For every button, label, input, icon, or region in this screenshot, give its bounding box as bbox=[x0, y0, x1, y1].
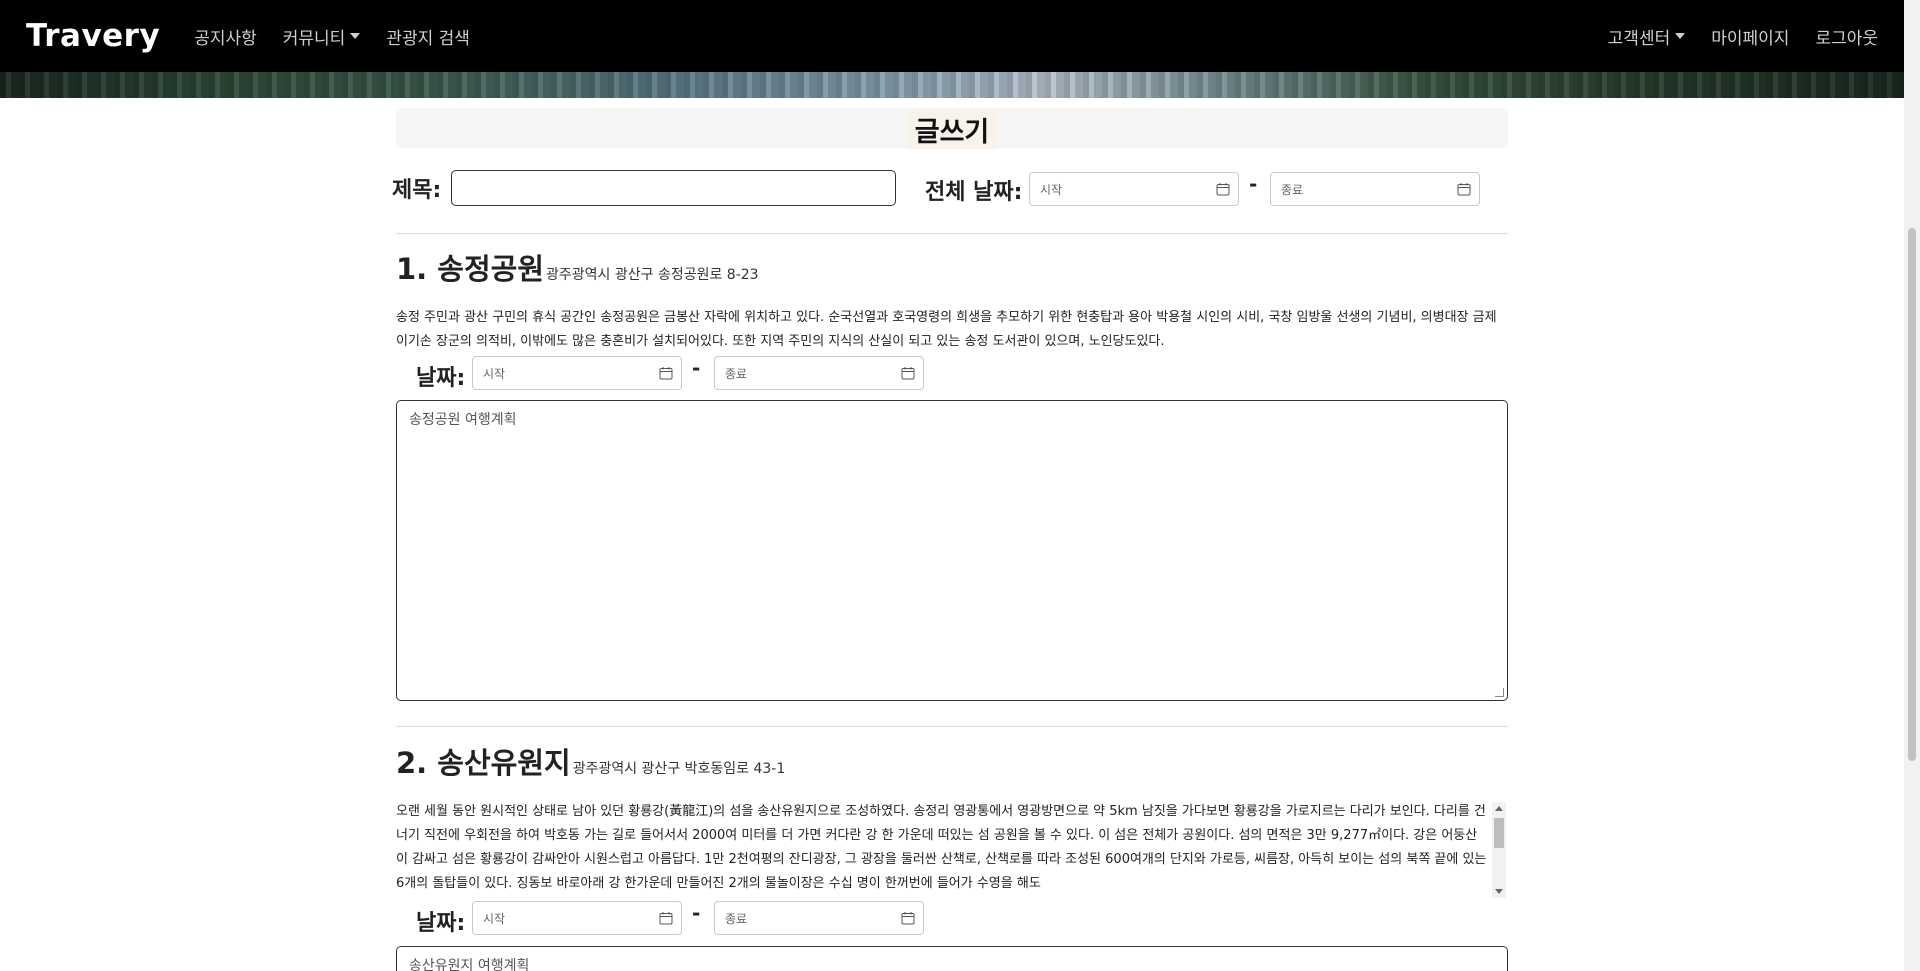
place-1-start-placeholder: 시작 bbox=[483, 366, 506, 381]
main-content: 글쓰기 제목: 전체 날짜: 시작 - 종료 1. 송정공원 광주광역시 광산구… bbox=[0, 98, 1904, 971]
date-range-dash: - bbox=[692, 356, 701, 380]
page-title: 글쓰기 bbox=[906, 110, 998, 149]
place-1-end-placeholder: 종료 bbox=[725, 366, 748, 381]
overall-date-label: 전체 날짜: bbox=[925, 180, 1023, 205]
title-label: 제목: bbox=[392, 178, 442, 203]
overall-end-date-input[interactable]: 종료 bbox=[1270, 172, 1480, 206]
calendar-icon[interactable] bbox=[901, 366, 915, 380]
nav-community-label: 커뮤니티 bbox=[282, 28, 346, 49]
divider bbox=[396, 233, 1508, 234]
place-2-plan-placeholder: 송산유원지 여행계획 bbox=[409, 958, 530, 971]
place-1-start-date-input[interactable]: 시작 bbox=[472, 356, 682, 390]
place-1-date-label: 날짜: bbox=[416, 366, 466, 391]
overall-start-date-input[interactable]: 시작 bbox=[1029, 172, 1239, 206]
overall-start-placeholder: 시작 bbox=[1040, 182, 1063, 197]
place-1-end-date-input[interactable]: 종료 bbox=[714, 356, 924, 390]
nav-mypage-label: 마이페이지 bbox=[1711, 28, 1790, 49]
place-1-plan-textarea[interactable]: 송정공원 여행계획 bbox=[396, 400, 1508, 701]
place-1-plan-placeholder: 송정공원 여행계획 bbox=[409, 412, 517, 428]
nav-logout[interactable]: 로그아웃 bbox=[1815, 24, 1878, 49]
place-2-heading: 2. 송산유원지 광주광역시 광산구 박호동임로 43-1 bbox=[396, 740, 785, 782]
place-1-address: 광주광역시 광산구 송정공원로 8-23 bbox=[546, 267, 759, 283]
calendar-icon[interactable] bbox=[1216, 182, 1230, 196]
date-range-dash: - bbox=[1249, 172, 1258, 196]
calendar-icon[interactable] bbox=[659, 366, 673, 380]
top-navbar: Travery 공지사항 커뮤니티 관광지 검색 고객센터 마이페이지 로그아웃 bbox=[0, 0, 1920, 72]
scrollbar-thumb[interactable] bbox=[1494, 818, 1504, 848]
nav-notice-label: 공지사항 bbox=[194, 28, 257, 49]
calendar-icon[interactable] bbox=[1457, 182, 1471, 196]
place-2-start-placeholder: 시작 bbox=[483, 911, 506, 926]
nav-customer-center-dropdown[interactable]: 고객센터 bbox=[1608, 24, 1686, 49]
page-scrollbar[interactable] bbox=[1904, 0, 1920, 971]
page-scrollbar-thumb[interactable] bbox=[1908, 228, 1916, 761]
place-2-name: 2. 송산유원지 bbox=[396, 746, 571, 780]
caret-down-icon bbox=[1675, 33, 1686, 39]
nav-customer-center-label: 고객센터 bbox=[1607, 28, 1671, 49]
nav-tour-search[interactable]: 관광지 검색 bbox=[386, 24, 470, 49]
nav-tour-search-label: 관광지 검색 bbox=[386, 28, 470, 49]
hero-background-image bbox=[0, 72, 1904, 98]
calendar-icon[interactable] bbox=[659, 911, 673, 925]
nav-mypage[interactable]: 마이페이지 bbox=[1711, 24, 1789, 49]
scroll-up-arrow-icon[interactable] bbox=[1495, 806, 1503, 811]
place-2-start-date-input[interactable]: 시작 bbox=[472, 901, 682, 935]
overall-end-placeholder: 종료 bbox=[1281, 182, 1304, 197]
place-2-end-placeholder: 종료 bbox=[725, 911, 748, 926]
page-header: 글쓰기 bbox=[396, 108, 1508, 149]
place-1-name: 1. 송정공원 bbox=[396, 252, 545, 286]
nav-left: 공지사항 커뮤니티 관광지 검색 bbox=[194, 24, 470, 49]
place-2-plan-textarea[interactable]: 송산유원지 여행계획 bbox=[396, 946, 1508, 971]
resize-grip-icon[interactable] bbox=[1495, 688, 1504, 697]
place-2-end-date-input[interactable]: 종료 bbox=[714, 901, 924, 935]
calendar-icon[interactable] bbox=[901, 911, 915, 925]
place-1-heading: 1. 송정공원 광주광역시 광산구 송정공원로 8-23 bbox=[396, 246, 759, 288]
scroll-down-arrow-icon[interactable] bbox=[1495, 889, 1503, 894]
nav-community-dropdown[interactable]: 커뮤니티 bbox=[283, 24, 361, 49]
caret-down-icon bbox=[350, 33, 361, 39]
nav-notice[interactable]: 공지사항 bbox=[194, 24, 257, 49]
divider bbox=[396, 726, 1508, 727]
place-2-description[interactable]: 오랜 세월 동안 원시적인 상태로 남아 있던 황룡강(黃龍江)의 섬을 송산유… bbox=[396, 800, 1488, 896]
title-input[interactable] bbox=[451, 170, 896, 206]
date-range-dash: - bbox=[692, 901, 701, 925]
place-2-address: 광주광역시 광산구 박호동임로 43-1 bbox=[572, 761, 786, 777]
place-1-description: 송정 주민과 광산 구민의 휴식 공간인 송정공원은 금봉산 자락에 위치하고 … bbox=[396, 310, 1497, 349]
place-2-description-scrollbar[interactable] bbox=[1492, 802, 1506, 898]
nav-logout-label: 로그아웃 bbox=[1815, 28, 1878, 49]
nav-right: 고객센터 마이페이지 로그아웃 bbox=[1608, 24, 1878, 49]
place-2-date-label: 날짜: bbox=[416, 911, 466, 936]
brand-logo[interactable]: Travery bbox=[26, 18, 160, 54]
